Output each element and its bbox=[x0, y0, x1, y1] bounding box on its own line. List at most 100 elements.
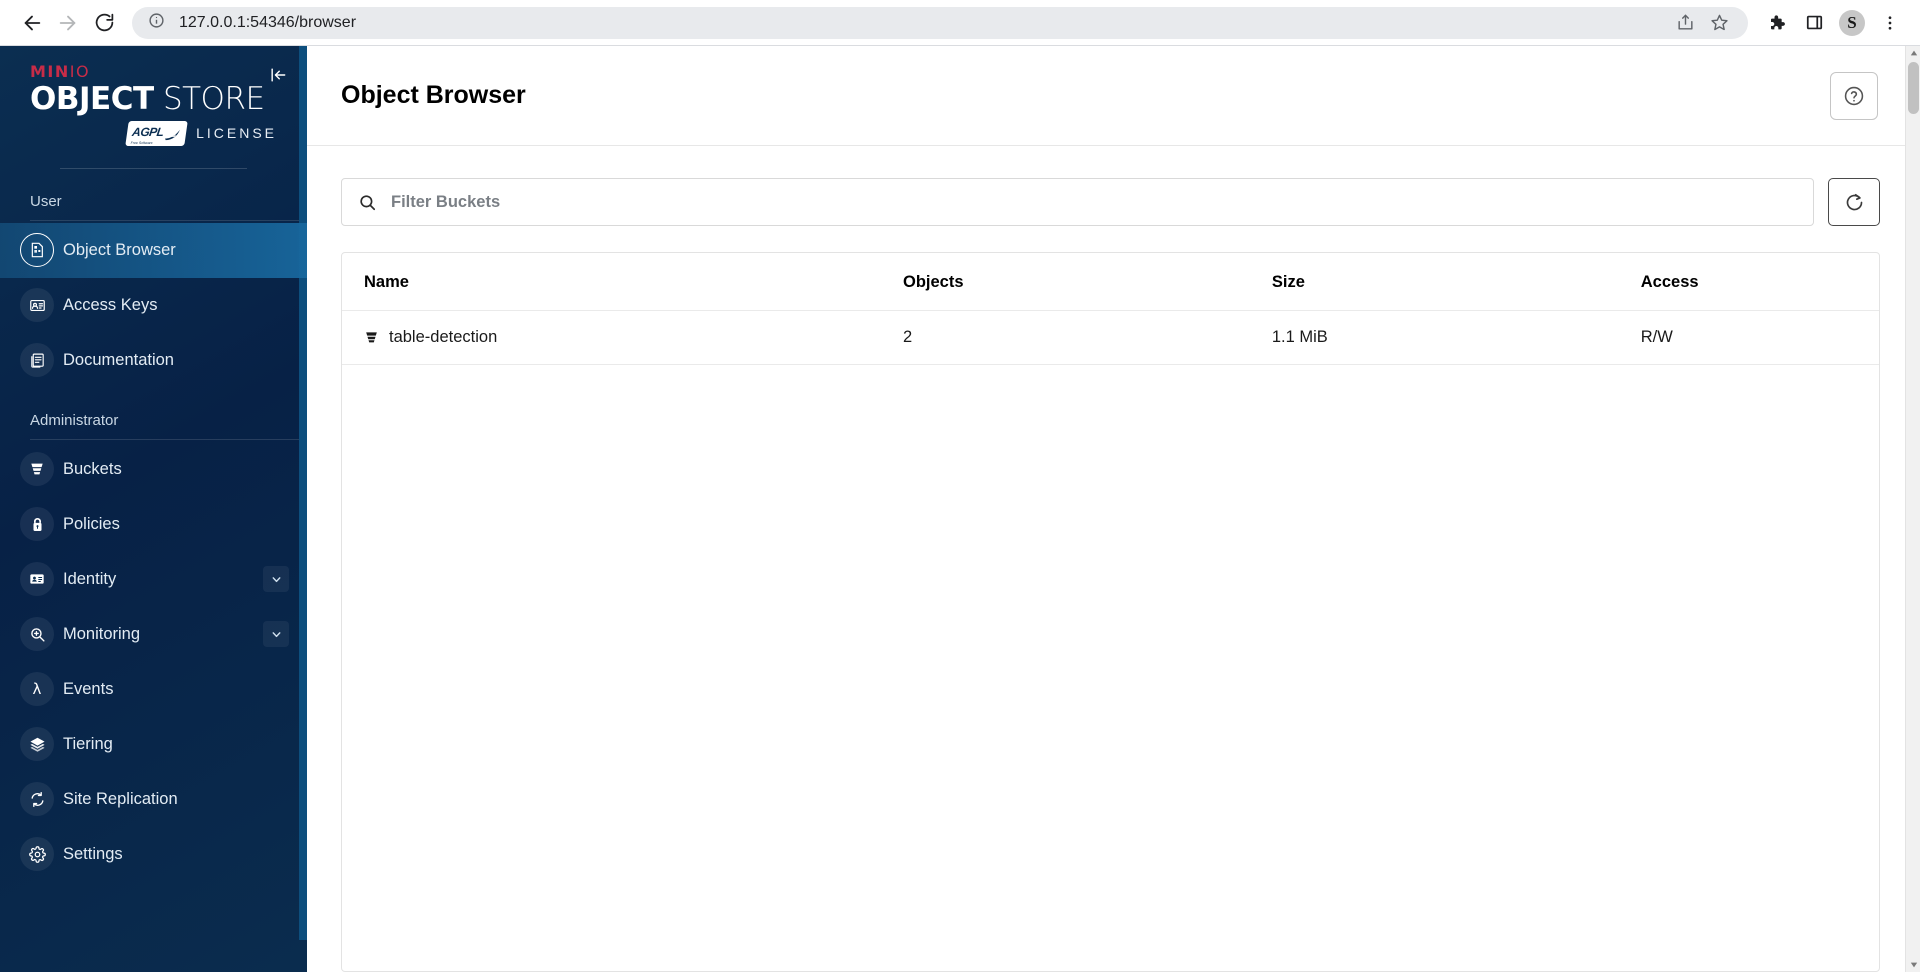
back-button[interactable] bbox=[14, 5, 50, 41]
logo-brand-suffix: IO bbox=[69, 62, 91, 81]
refresh-icon bbox=[1846, 193, 1862, 210]
logo-minio: MINIO bbox=[30, 62, 277, 81]
forward-button[interactable] bbox=[50, 5, 86, 41]
logo-product-light: STORE bbox=[153, 81, 265, 117]
gear-icon bbox=[20, 837, 54, 872]
logo-block: MINIO OBJECT STORE AGPL Free Software 3 … bbox=[0, 46, 307, 169]
scroll-up-arrow-icon[interactable] bbox=[1906, 46, 1920, 60]
help-question-icon bbox=[1844, 86, 1864, 105]
logo-brand-text: MIN bbox=[30, 62, 70, 81]
site-info-icon[interactable] bbox=[148, 12, 165, 34]
search-input[interactable] bbox=[391, 192, 1797, 212]
logo-product-bold: OBJECT bbox=[30, 81, 154, 117]
cell-objects: 2 bbox=[903, 310, 1272, 365]
sidebar-section-user-label: User bbox=[30, 192, 62, 210]
buckets-table-card: Name Objects Size Access table-detection… bbox=[341, 252, 1880, 972]
column-header-name[interactable]: Name bbox=[342, 253, 903, 311]
license-row: AGPL Free Software 3 LICENSE bbox=[30, 120, 277, 146]
sidebar-item-settings[interactable]: Settings bbox=[0, 827, 307, 882]
reload-button[interactable] bbox=[86, 5, 122, 41]
sidebar-item-label: Identity bbox=[63, 569, 117, 588]
buckets-table: Name Objects Size Access table-detection… bbox=[342, 253, 1879, 365]
logo-product: OBJECT STORE bbox=[30, 83, 277, 116]
browser-actions: S bbox=[1760, 7, 1906, 39]
lambda-icon: λ bbox=[20, 672, 54, 707]
chevron-down-icon[interactable] bbox=[263, 621, 289, 648]
bookmark-star-icon[interactable] bbox=[1704, 8, 1734, 38]
agpl-badge-subtext: Free Software bbox=[130, 140, 153, 145]
help-button[interactable] bbox=[1830, 71, 1878, 120]
sidebar-item-label: Monitoring bbox=[63, 624, 141, 643]
access-keys-icon bbox=[20, 288, 54, 323]
avatar: S bbox=[1839, 9, 1865, 36]
chrome-menu-icon[interactable] bbox=[1874, 7, 1906, 39]
bucket-name-text: table-detection bbox=[389, 328, 498, 346]
sidebar-item-site-replication[interactable]: Site Replication bbox=[0, 772, 307, 827]
refresh-button[interactable] bbox=[1828, 178, 1880, 226]
layers-icon bbox=[20, 727, 54, 762]
license-label: LICENSE bbox=[196, 125, 277, 142]
sidebar-item-label: Settings bbox=[63, 844, 123, 863]
filter-buckets-searchbox[interactable] bbox=[341, 178, 1814, 226]
search-icon bbox=[358, 193, 377, 212]
column-header-access[interactable]: Access bbox=[1640, 253, 1879, 311]
documentation-icon bbox=[20, 343, 54, 378]
scrollbar-thumb[interactable] bbox=[1908, 62, 1919, 114]
sidebar-item-label: Tiering bbox=[63, 734, 113, 753]
lock-icon bbox=[20, 507, 54, 542]
sidebar-section-administrator-label: Administrator bbox=[30, 411, 119, 429]
agpl-badge: AGPL Free Software 3 bbox=[124, 120, 188, 146]
cell-size: 1.1 MiB bbox=[1271, 310, 1641, 365]
svg-text:λ: λ bbox=[33, 680, 42, 698]
sidebar-item-label: Site Replication bbox=[63, 789, 178, 808]
sidebar-item-policies[interactable]: Policies bbox=[0, 497, 307, 552]
svg-text:3: 3 bbox=[172, 129, 177, 138]
page-scrollbar[interactable] bbox=[1905, 46, 1920, 972]
filter-row bbox=[341, 178, 1880, 226]
scroll-down-arrow-icon[interactable] bbox=[1906, 958, 1920, 972]
content-area: Name Objects Size Access bbox=[307, 146, 1920, 972]
sidebar-item-buckets[interactable]: Buckets bbox=[0, 442, 307, 497]
cell-access: R/W bbox=[1640, 310, 1879, 365]
sidebar-item-monitoring[interactable]: Monitoring bbox=[0, 607, 307, 662]
sidebar-nav-user: Object Browser Access Keys Documentation bbox=[0, 221, 307, 388]
bucket-icon bbox=[364, 330, 379, 346]
collapse-sidebar-icon[interactable] bbox=[267, 64, 289, 86]
sidebar-item-label: Documentation bbox=[63, 350, 174, 369]
table-body: table-detection 2 1.1 MiB R/W bbox=[342, 310, 1879, 365]
monitoring-magnifier-icon bbox=[20, 617, 54, 652]
profile-avatar[interactable]: S bbox=[1836, 7, 1868, 39]
sidebar-item-label: Object Browser bbox=[63, 240, 176, 259]
share-icon[interactable] bbox=[1670, 8, 1700, 38]
object-browser-icon bbox=[20, 233, 54, 268]
sidebar-item-documentation[interactable]: Documentation bbox=[0, 333, 307, 388]
browser-toolbar: 127.0.0.1:54346/browser S bbox=[0, 0, 1920, 46]
sidebar-item-access-keys[interactable]: Access Keys bbox=[0, 278, 307, 333]
sidebar-item-label: Access Keys bbox=[63, 295, 158, 314]
main-content: Object Browser Filter Buckets Name Objec… bbox=[307, 46, 1920, 972]
column-header-objects[interactable]: Objects bbox=[903, 253, 1272, 311]
table-head: Name Objects Size Access bbox=[342, 253, 1879, 311]
sidebar-item-identity[interactable]: Identity bbox=[0, 552, 307, 607]
side-panel-icon[interactable] bbox=[1798, 7, 1830, 39]
cell-bucket-name: table-detection bbox=[342, 310, 903, 365]
sidebar: MINIO OBJECT STORE AGPL Free Software 3 … bbox=[0, 46, 307, 972]
chevron-down-icon[interactable] bbox=[263, 566, 289, 593]
bucket-icon bbox=[20, 452, 54, 487]
replication-icon bbox=[20, 782, 54, 817]
sidebar-item-tiering[interactable]: Tiering bbox=[0, 717, 307, 772]
column-header-size[interactable]: Size bbox=[1271, 253, 1641, 311]
agpl-v3-swoosh-icon: 3 bbox=[165, 128, 181, 140]
table-row[interactable]: table-detection 2 1.1 MiB R/W bbox=[342, 310, 1879, 365]
agpl-badge-text: AGPL bbox=[130, 124, 165, 139]
table-header-row: Name Objects Size Access bbox=[342, 253, 1879, 311]
sidebar-item-object-browser[interactable]: Object Browser bbox=[0, 222, 307, 278]
sidebar-item-events[interactable]: λ Events bbox=[0, 662, 307, 717]
app-shell: MINIO OBJECT STORE AGPL Free Software 3 … bbox=[0, 46, 1920, 972]
identity-card-icon bbox=[20, 562, 54, 597]
sidebar-item-label: Events bbox=[63, 679, 114, 698]
address-bar[interactable]: 127.0.0.1:54346/browser bbox=[132, 6, 1748, 39]
extensions-puzzle-icon[interactable] bbox=[1760, 7, 1792, 39]
sidebar-item-label: Policies bbox=[63, 514, 120, 533]
page-header: Object Browser bbox=[307, 46, 1920, 146]
